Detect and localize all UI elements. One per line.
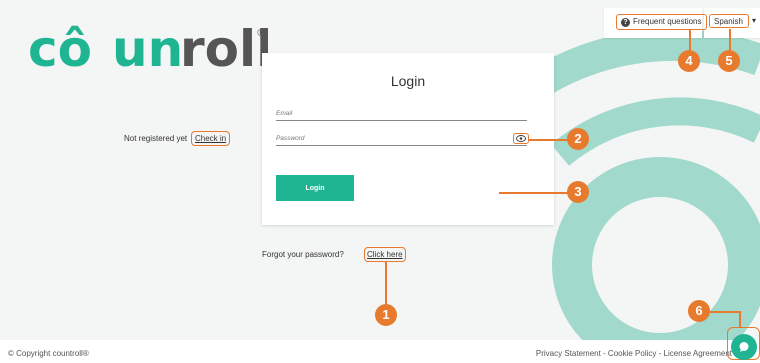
password-input[interactable] [276,135,506,145]
email-field [276,110,527,121]
annotation-line-2 [528,139,568,141]
question-circle-icon: ? [621,17,630,27]
not-registered-text: Not registered yet [124,134,188,143]
copyright-text: © Copyright countroll® [8,349,89,358]
annotation-badge-6: 6 [688,300,710,322]
annotation-line-5 [729,29,731,51]
login-title: Login [390,73,426,89]
annotation-badge-3: 3 [567,181,589,203]
login-card: Login Login [262,53,554,225]
password-field [276,135,527,146]
page-background: cô un roll ® ? Frequent questions Spanis… [0,0,760,340]
svg-text:un: un [112,20,183,76]
annotation-badge-2: 2 [567,128,589,150]
chat-bubble-icon [739,342,749,352]
svg-text:roll: roll [180,20,268,76]
annotation-line-6 [710,311,740,313]
svg-text:®: ® [256,26,267,39]
chat-button[interactable] [731,334,757,360]
svg-text:cô: cô [28,20,92,76]
email-input[interactable] [276,110,506,120]
click-here-link[interactable]: Click here [364,247,406,262]
annotation-badge-4: 4 [678,50,700,72]
annotation-line-4 [689,29,691,51]
check-in-link[interactable]: Check in [191,131,231,146]
annotation-line-3 [499,192,569,194]
annotation-line-6b [739,311,741,328]
countroll-logo: cô un roll ® [28,14,273,78]
forgot-password-text: Forgot your password? [262,250,344,259]
login-button[interactable]: Login [276,175,354,201]
show-password-button[interactable] [513,133,529,144]
faq-label: Frequent questions [633,17,702,26]
legal-links[interactable]: Privacy Statement - Cookie Policy - Lice… [536,349,732,358]
language-select[interactable]: Spanish [709,14,749,28]
chevron-down-icon[interactable]: ▾ [752,16,756,25]
annotation-line-1 [385,261,387,305]
eye-icon [516,135,526,142]
annotation-badge-1: 1 [375,304,397,326]
annotation-badge-5: 5 [718,50,740,72]
faq-link[interactable]: ? Frequent questions [616,14,707,30]
